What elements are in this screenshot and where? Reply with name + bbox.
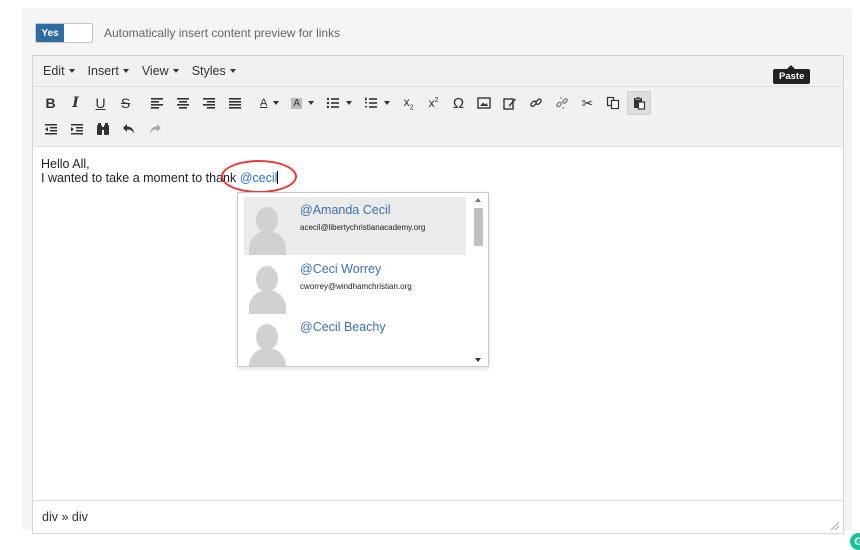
menu-insert-label: Insert: [87, 64, 119, 78]
mention-name: @Amanda Cecil: [300, 203, 391, 217]
bullet-list-icon: [326, 97, 340, 109]
unlink-button[interactable]: [550, 91, 574, 115]
annotation-circle: [221, 160, 297, 193]
menu-edit[interactable]: Edit: [43, 64, 75, 78]
numbered-list-icon: [365, 97, 378, 108]
dropdown-scrollbar[interactable]: [470, 193, 486, 366]
align-justify-icon: [229, 98, 241, 109]
chevron-down-icon: [122, 69, 129, 73]
avatar: [244, 314, 294, 366]
menu-view[interactable]: View: [142, 64, 179, 78]
unlink-icon: [556, 97, 568, 109]
indent-icon: [71, 124, 83, 135]
paste-icon: [634, 96, 646, 110]
strikethrough-button[interactable]: S: [114, 91, 137, 115]
menu-edit-label: Edit: [43, 64, 65, 78]
menu-styles[interactable]: Styles: [192, 64, 236, 78]
align-center-button[interactable]: [171, 91, 195, 115]
indent-button[interactable]: [65, 117, 89, 141]
mention-item[interactable]: @Ceci Worrey cworrey@windhamchristian.or…: [244, 256, 466, 314]
edit-icon: [503, 98, 517, 110]
avatar: [244, 197, 294, 255]
background-color-icon: A: [291, 97, 303, 109]
mention-name: @Cecil Beachy: [300, 320, 386, 334]
subscript-icon: x2: [403, 94, 414, 112]
superscript-icon: x2: [428, 96, 439, 110]
scroll-down-icon[interactable]: [475, 358, 481, 362]
underline-icon: U: [95, 95, 106, 111]
bold-button[interactable]: B: [39, 91, 62, 115]
italic-button[interactable]: I: [64, 91, 87, 115]
scissors-icon: ✂: [581, 94, 594, 111]
align-left-button[interactable]: [145, 91, 169, 115]
special-character-button[interactable]: Ω: [447, 91, 470, 115]
bullet-list-button[interactable]: [321, 91, 357, 115]
align-right-icon: [203, 98, 215, 109]
chevron-down-icon: [68, 69, 75, 73]
image-button[interactable]: [472, 91, 496, 115]
image-icon: [477, 97, 491, 109]
copy-button[interactable]: [601, 91, 625, 115]
outdent-icon: [45, 124, 57, 135]
scroll-up-icon[interactable]: [475, 198, 481, 202]
italic-icon: I: [72, 95, 79, 111]
cut-button[interactable]: ✂: [576, 91, 599, 115]
text-color-icon: A: [260, 97, 268, 109]
content-preview-toggle[interactable]: Yes: [35, 23, 93, 43]
mention-name: @Ceci Worrey: [300, 262, 382, 276]
underline-button[interactable]: U: [89, 91, 112, 115]
content-preview-toggle-row: Yes Automatically insert content preview…: [35, 22, 340, 44]
element-path[interactable]: div » div: [42, 510, 88, 524]
toggle-off-area: [64, 24, 92, 42]
link-button[interactable]: [524, 91, 548, 115]
avatar: [244, 256, 294, 314]
content-line-text: I wanted to take a moment to thank: [41, 171, 240, 185]
paste-button[interactable]: [627, 91, 652, 115]
copy-icon: [606, 96, 620, 110]
numbered-list-button[interactable]: [359, 91, 395, 115]
mention-email: acecil@libertychristianacademy.org: [300, 223, 426, 232]
bold-icon: B: [45, 95, 56, 111]
resize-handle-icon[interactable]: [831, 522, 839, 530]
mention-email: cworrey@windhamchristian.org: [300, 282, 412, 291]
mention-item[interactable]: @Cecil Beachy: [244, 314, 466, 366]
align-left-icon: [151, 98, 163, 109]
strikethrough-icon: S: [120, 95, 131, 111]
align-center-icon: [177, 98, 189, 109]
background-color-button[interactable]: A: [286, 91, 319, 115]
paste-tooltip: Paste: [773, 65, 811, 84]
toggle-on-label: Yes: [36, 24, 64, 42]
undo-icon: [123, 124, 134, 134]
chevron-down-icon: [308, 101, 315, 105]
outdent-button[interactable]: [39, 117, 63, 141]
menu-insert[interactable]: Insert: [88, 64, 129, 78]
menu-styles-label: Styles: [191, 64, 226, 78]
superscript-button[interactable]: x2: [422, 91, 445, 115]
redo-icon: [150, 124, 161, 134]
redo-button[interactable]: [143, 117, 167, 141]
mention-item[interactable]: @Amanda Cecil acecil@libertychristianaca…: [244, 197, 466, 255]
chevron-down-icon: [384, 101, 391, 105]
edit-button[interactable]: [498, 91, 522, 115]
chevron-down-icon: [273, 101, 280, 105]
editor-statusbar: div » div: [33, 500, 843, 533]
chevron-down-icon: [229, 69, 236, 73]
mention-dropdown: @Amanda Cecil acecil@libertychristianaca…: [237, 192, 489, 367]
menu-view-label: View: [141, 64, 169, 78]
align-justify-button[interactable]: [223, 91, 247, 115]
link-icon: [530, 98, 542, 108]
text-color-button[interactable]: A: [255, 91, 284, 115]
align-right-button[interactable]: [197, 91, 221, 115]
toggle-description: Automatically insert content preview for…: [104, 26, 341, 40]
editor-toolbar: B I U S A A x2 x2 Ω ✂: [33, 87, 843, 147]
scroll-thumb[interactable]: [474, 208, 483, 246]
editor-menubar: Edit Insert View Styles: [33, 56, 843, 87]
find-replace-button[interactable]: [91, 117, 115, 141]
subscript-button[interactable]: x2: [397, 91, 420, 115]
undo-button[interactable]: [117, 117, 141, 141]
chevron-down-icon: [172, 69, 179, 73]
omega-icon: Ω: [452, 94, 465, 112]
chevron-down-icon: [346, 101, 353, 105]
binoculars-icon: [97, 123, 109, 135]
